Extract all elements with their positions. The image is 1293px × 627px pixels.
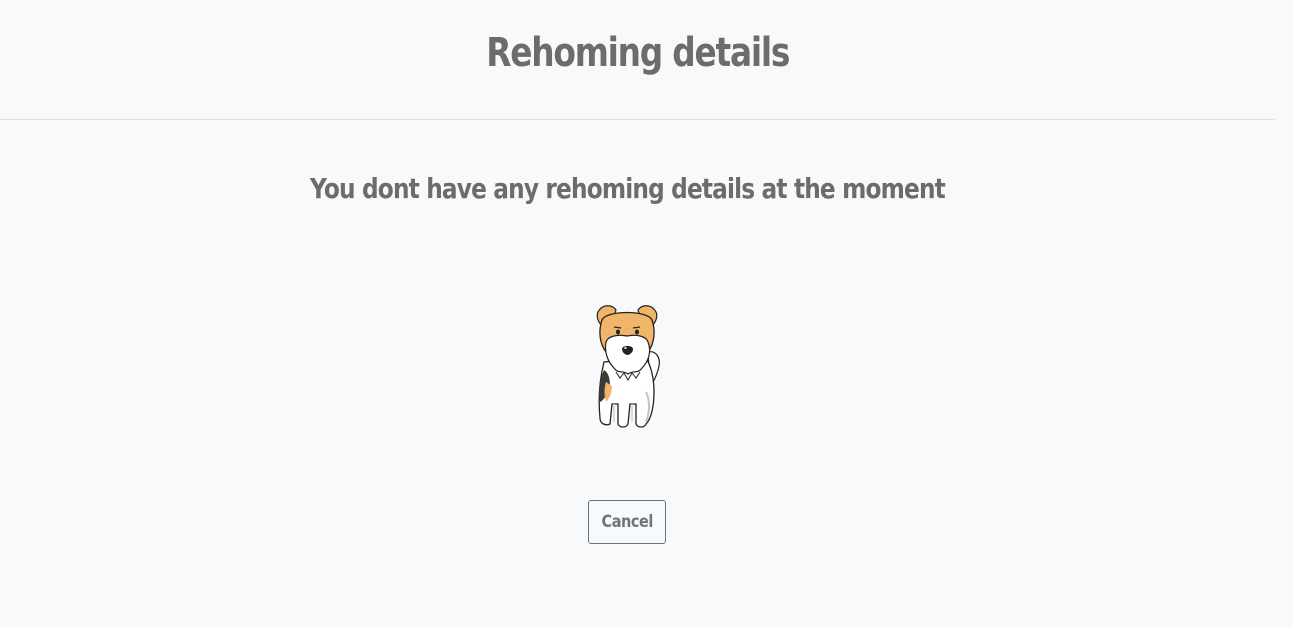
page-header: Rehoming details bbox=[0, 0, 1275, 120]
cancel-button-label: Cancel bbox=[601, 512, 653, 532]
empty-state-message: You dont have any rehoming details at th… bbox=[310, 172, 946, 205]
terrier-dog-icon bbox=[596, 305, 660, 428]
page-title: Rehoming details bbox=[486, 29, 790, 76]
cancel-button[interactable]: Cancel bbox=[588, 500, 666, 544]
